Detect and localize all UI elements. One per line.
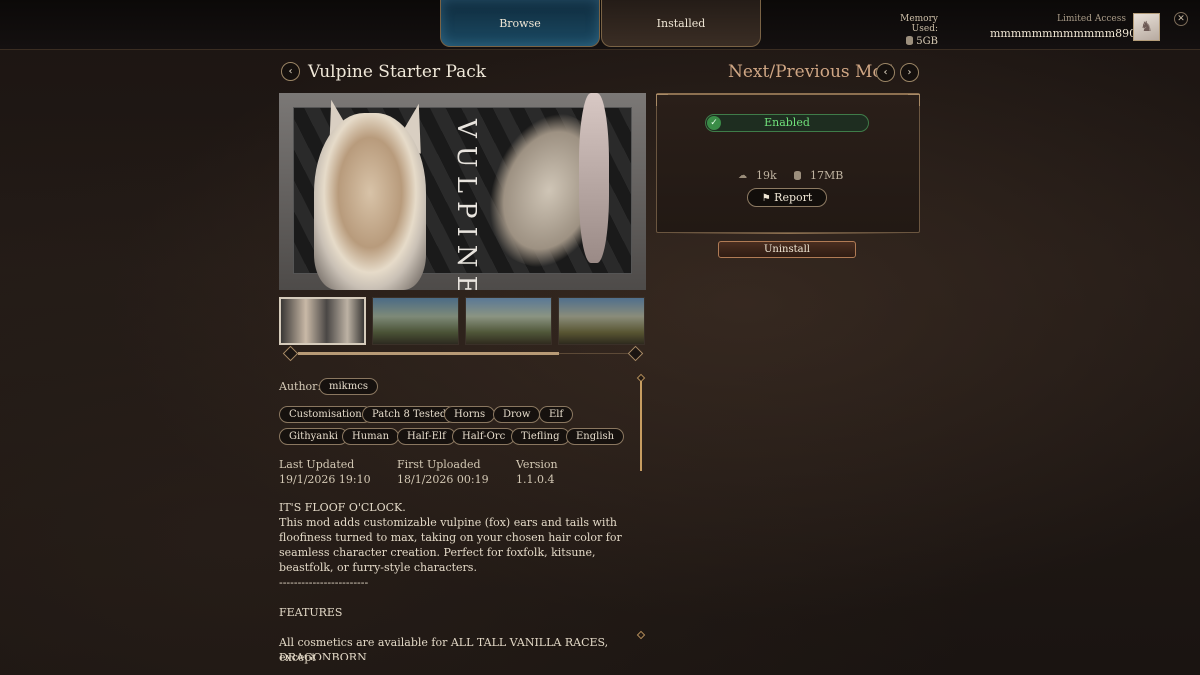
database-icon — [906, 36, 914, 45]
character-figure-art — [579, 93, 609, 263]
chevron-right-icon: › — [907, 67, 912, 78]
enabled-toggle[interactable]: Enabled — [705, 114, 869, 132]
features-heading: FEATURES — [279, 606, 343, 619]
version-label: Version — [516, 458, 558, 471]
flag-icon: ⚑ — [761, 193, 771, 204]
last-updated-label: Last Updated — [279, 458, 355, 471]
tab-installed-label: Installed — [656, 16, 706, 30]
tag-chip[interactable]: Human — [342, 428, 400, 445]
account-info: Limited Access mmmmmmmmmmmm890 — [990, 14, 1137, 40]
character-portrait-art — [314, 113, 426, 290]
avatar[interactable]: ♞ — [1133, 13, 1160, 41]
tab-installed[interactable]: Installed — [601, 0, 761, 47]
hero-title-text: VULPINE — [451, 119, 481, 290]
account-level: Limited Access — [1057, 14, 1126, 24]
tag-chip[interactable]: English — [566, 428, 625, 445]
panel-corner-ornament — [656, 94, 668, 106]
account-name: mmmmmmmmmmmm890 — [990, 27, 1137, 40]
file-size-icon — [794, 171, 801, 180]
author-label: Author: — [279, 380, 322, 393]
tag-chip[interactable]: Patch 8 Tested — [362, 406, 457, 423]
panel-divider — [668, 233, 908, 234]
download-cloud-icon: ☁ — [738, 171, 747, 181]
chevron-left-icon: ‹ — [883, 67, 888, 78]
tab-browse[interactable]: Browse — [440, 0, 600, 47]
memory-label: Memory Used: — [900, 14, 938, 34]
uninstall-button[interactable]: Uninstall — [718, 241, 856, 258]
first-uploaded-value: 18/1/2026 00:19 — [397, 473, 489, 486]
next-mod-button[interactable]: › — [900, 63, 919, 82]
tag-chip[interactable]: Half-Elf — [397, 428, 456, 445]
back-button[interactable]: ‹ — [281, 62, 300, 81]
tag-chip[interactable]: Tiefling — [511, 428, 570, 445]
thumbnail-4[interactable] — [558, 297, 645, 345]
tag-chip[interactable]: Half-Orc — [452, 428, 516, 445]
first-uploaded-label: First Uploaded — [397, 458, 481, 471]
tag-chip[interactable]: Horns — [444, 406, 496, 423]
scroll-down-icon[interactable] — [636, 630, 646, 640]
author-chip[interactable]: mikmcs — [319, 378, 378, 395]
thumbnail-3[interactable] — [465, 297, 552, 345]
file-size: 17MB — [810, 169, 844, 182]
mod-main-image: VULPINE — [279, 93, 646, 290]
next-previous-mod-label: Next/Previous Mod — [728, 62, 894, 82]
tag-chip[interactable]: Customisation — [279, 406, 372, 423]
chevron-left-icon: ‹ — [288, 66, 293, 77]
thumbnail-2[interactable] — [372, 297, 459, 345]
close-icon[interactable]: ✕ — [1174, 12, 1188, 26]
checkmark-icon: ✓ — [707, 116, 721, 130]
tab-browse-label: Browse — [499, 16, 541, 30]
download-count: 19k — [756, 169, 777, 182]
tag-chip[interactable]: Drow — [493, 406, 541, 423]
description-scrollbar[interactable] — [640, 381, 642, 471]
version-value: 1.1.0.4 — [516, 473, 555, 486]
page-title: Vulpine Starter Pack — [308, 62, 487, 82]
description-body: This mod adds customizable vulpine (fox)… — [279, 516, 622, 574]
panel-corner-ornament — [908, 94, 920, 106]
features-text-cut: DRAGONBORN — [279, 651, 367, 660]
gallery-scroll-left-icon[interactable] — [282, 345, 299, 362]
tag-chip[interactable]: Elf — [539, 406, 574, 423]
thumbnail-1[interactable] — [279, 297, 366, 345]
last-updated-value: 19/1/2026 19:10 — [279, 473, 371, 486]
previous-mod-button[interactable]: ‹ — [876, 63, 895, 82]
report-button[interactable]: ⚑ Report — [747, 188, 827, 207]
memory-indicator: Memory Used: 5GB — [880, 14, 938, 47]
tag-chip[interactable]: Githyanki — [279, 428, 348, 445]
gallery-scroll-right-icon[interactable] — [627, 345, 644, 362]
report-label: Report — [774, 191, 813, 204]
description-separator: ------------------------ — [279, 576, 369, 589]
memory-value: 5GB — [916, 36, 938, 47]
description-heading: IT'S FLOOF O'CLOCK. — [279, 501, 406, 514]
gallery-scroll-thumb[interactable] — [298, 352, 559, 355]
uninstall-label: Uninstall — [763, 244, 810, 255]
enabled-label: Enabled — [764, 116, 810, 129]
